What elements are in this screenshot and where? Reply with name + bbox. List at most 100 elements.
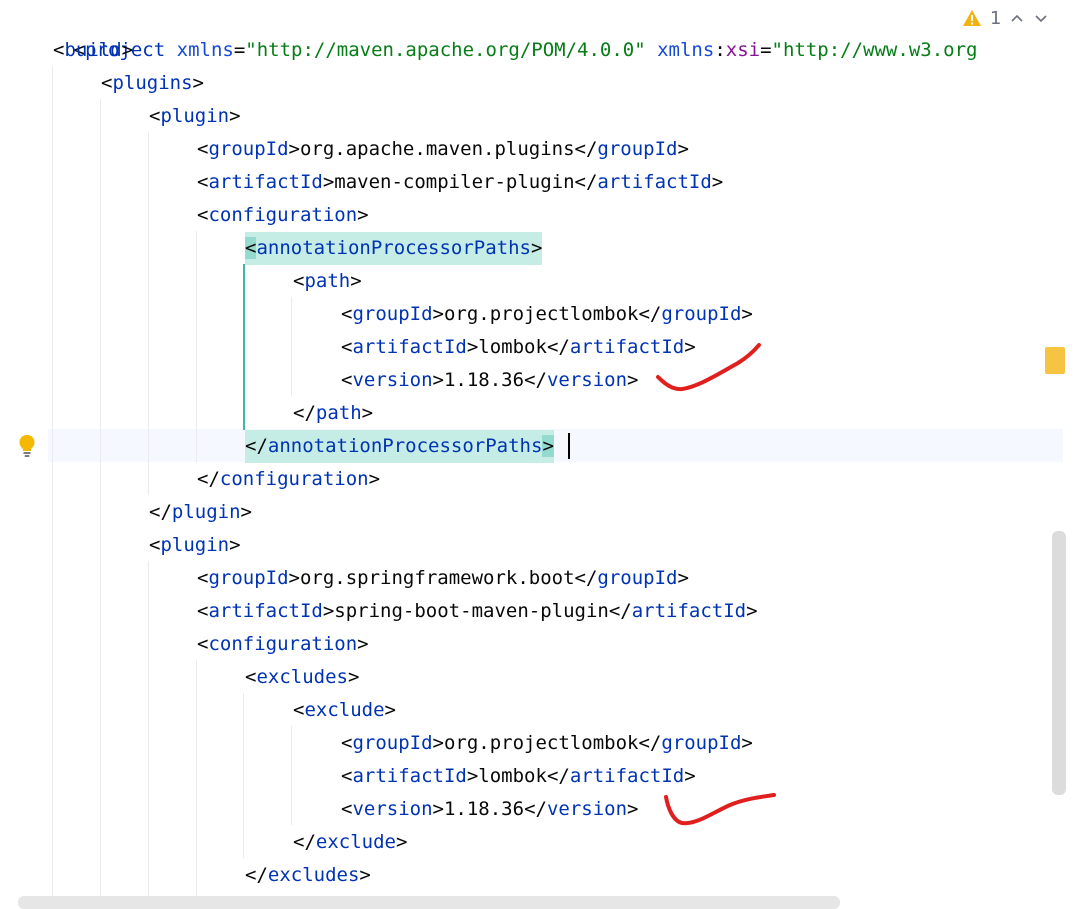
bracket: < xyxy=(149,534,161,556)
xml-tag-name: artifactId xyxy=(631,600,747,622)
bracket: </ xyxy=(245,864,268,886)
bracket: > xyxy=(359,864,371,886)
bracket: > xyxy=(121,39,134,61)
equals-sign: = xyxy=(233,39,246,61)
xml-tag-name: path xyxy=(315,402,362,424)
xml-text-value: lombok xyxy=(478,765,547,787)
bracket: > xyxy=(746,600,758,622)
chevron-up-icon[interactable] xyxy=(1009,10,1025,26)
xml-tag-name: exclude xyxy=(315,831,396,853)
bracket: < xyxy=(341,732,353,754)
inspection-widget[interactable]: 1 xyxy=(952,0,1075,36)
bracket: </ xyxy=(293,402,316,424)
bracket: > xyxy=(432,732,444,754)
xml-tag-name: artifactId xyxy=(352,336,467,358)
xml-tag-name: groupId xyxy=(661,303,742,325)
indent-guide xyxy=(52,66,53,909)
bracket: </ xyxy=(574,138,598,160)
bracket: < xyxy=(245,237,257,259)
xml-text-value: lombok xyxy=(478,336,547,358)
xml-tag-name: version xyxy=(352,798,433,820)
xml-tag-name: version xyxy=(352,369,433,391)
warning-stripe-marker[interactable] xyxy=(1045,347,1065,374)
xml-text-value: org.springframework.boot xyxy=(299,567,575,589)
xml-text-value: 1.18.36 xyxy=(443,369,525,391)
bracket: > xyxy=(741,303,753,325)
xml-text-value: spring-boot-maven-plugin xyxy=(334,600,609,622)
caret-line-highlight xyxy=(48,429,1065,462)
bracket: </ xyxy=(608,600,632,622)
xml-tag-name: configuration xyxy=(208,204,358,226)
xml-text-value: 1.18.36 xyxy=(443,798,525,820)
indent-guide xyxy=(243,693,244,858)
bracket: > xyxy=(357,204,369,226)
bracket: < xyxy=(341,303,353,325)
xml-text-value: org.projectlombok xyxy=(443,732,639,754)
bracket: < xyxy=(341,798,353,820)
xml-tag-name: build xyxy=(64,39,122,61)
indent-guide xyxy=(100,99,101,909)
indent-guide xyxy=(291,726,292,825)
xml-tag-name: groupId xyxy=(597,567,678,589)
xml-tag-name: version xyxy=(546,798,628,820)
bracket: </ xyxy=(638,732,662,754)
horizontal-scrollbar[interactable] xyxy=(18,896,840,909)
bracket: > xyxy=(677,567,689,589)
bracket: > xyxy=(627,369,639,391)
bracket: > xyxy=(384,699,396,721)
xml-text-value: org.apache.maven.plugins xyxy=(299,138,575,160)
colon: : xyxy=(714,39,726,61)
xml-tag-name: configuration xyxy=(208,633,358,655)
bracket: > xyxy=(288,567,300,589)
lightbulb-icon[interactable] xyxy=(18,434,36,458)
bracket: < xyxy=(245,666,257,688)
bracket: > xyxy=(395,831,408,853)
bracket: < xyxy=(341,369,353,391)
xml-tag-name: exclude xyxy=(304,699,385,721)
bracket: > xyxy=(432,303,444,325)
bracket: > xyxy=(741,732,753,754)
code-line[interactable]: <project xmlns="http://maven.apache.org/… xyxy=(0,1,978,61)
xml-tag-name: plugins xyxy=(112,72,193,94)
xml-tag-name: plugin xyxy=(160,534,230,556)
xml-tag-name: annotationProcessorPaths xyxy=(267,435,543,457)
bracket: > xyxy=(361,402,374,424)
indent-guide xyxy=(291,297,292,396)
chevron-down-icon[interactable] xyxy=(1033,10,1049,26)
bracket: </ xyxy=(638,303,662,325)
bracket: </ xyxy=(546,336,570,358)
bracket: </ xyxy=(546,765,570,787)
bracket: < xyxy=(197,138,209,160)
bracket: > xyxy=(466,336,479,358)
bracket: > xyxy=(466,765,479,787)
vertical-scrollbar-thumb[interactable] xyxy=(1052,531,1066,795)
bracket: > xyxy=(322,600,335,622)
xml-tag-name: excludes xyxy=(256,666,348,688)
xml-tag-name: plugin xyxy=(171,501,241,523)
bracket: < xyxy=(197,171,209,193)
code-editor[interactable]: <project xmlns="http://maven.apache.org/… xyxy=(0,0,1075,909)
bracket: < xyxy=(293,270,305,292)
bracket: > xyxy=(229,105,241,127)
xml-tag-name: excludes xyxy=(267,864,360,886)
indent-guide xyxy=(148,132,149,495)
xml-tag-name: artifactId xyxy=(597,171,712,193)
xml-tag-name: groupId xyxy=(597,138,678,160)
xml-tag-name: plugin xyxy=(160,105,230,127)
active-indent-guide xyxy=(243,264,245,430)
bracket: > xyxy=(542,435,554,457)
xml-attribute-value: "http://www.w3.org xyxy=(771,39,978,61)
xml-tag-name: artifactId xyxy=(208,171,323,193)
bracket: </ xyxy=(293,831,316,853)
xml-tag-name: path xyxy=(304,270,351,292)
bracket: </ xyxy=(197,468,220,490)
bracket: > xyxy=(288,138,300,160)
equals-sign: = xyxy=(760,39,772,61)
bracket: > xyxy=(240,501,252,523)
bracket: > xyxy=(711,171,724,193)
bracket: </ xyxy=(245,435,268,457)
bracket: > xyxy=(531,237,543,259)
bracket: < xyxy=(53,39,65,61)
xml-tag-name: groupId xyxy=(661,732,742,754)
